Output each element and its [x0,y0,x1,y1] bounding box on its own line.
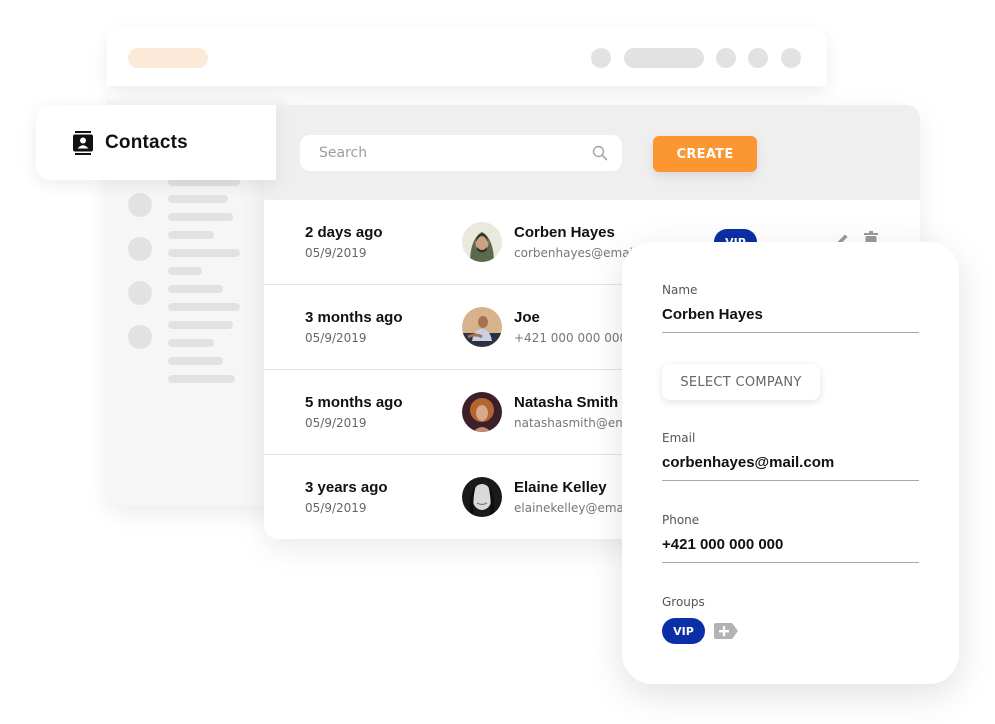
phone-underline [662,562,919,563]
skeleton-line [168,375,235,383]
header-placeholder-dot [591,48,611,68]
contact-relative-time: 3 years ago [305,479,388,496]
contact-avatar [462,392,502,432]
background-window-header [107,28,827,86]
contact-relative-time: 3 months ago [305,309,403,326]
skeleton-line [168,321,233,329]
contact-date: 05/9/2019 [305,246,367,260]
skeleton-line [168,213,233,221]
skeleton-line [168,267,202,275]
name-underline [662,332,919,333]
contacts-book-icon [73,130,93,155]
skeleton-avatar [128,325,152,349]
skeleton-line [168,303,240,311]
skeleton-line [168,195,228,203]
skeleton-line [168,249,240,257]
contact-name: Elaine Kelley [514,479,607,496]
group-badge-vip[interactable]: VIP [662,618,705,644]
contact-date: 05/9/2019 [305,416,367,430]
header-placeholder-dot [716,48,736,68]
contact-phone: +421 000 000 000 [514,331,628,345]
skeleton-line [168,285,223,293]
create-button[interactable]: CREATE [653,136,757,172]
email-field[interactable]: corbenhayes@mail.com [662,454,834,471]
skeleton-avatar [128,281,152,305]
contact-date: 05/9/2019 [305,501,367,515]
contact-avatar [462,477,502,517]
header-placeholder-dot [781,48,801,68]
search-input[interactable] [319,145,592,161]
contact-date: 05/9/2019 [305,331,367,345]
skeleton-avatar [128,237,152,261]
contact-relative-time: 5 months ago [305,394,403,411]
phone-field[interactable]: +421 000 000 000 [662,536,783,553]
contact-name: Corben Hayes [514,224,615,241]
contact-relative-time: 2 days ago [305,224,383,241]
skeleton-line [168,339,214,347]
search-box[interactable] [300,135,622,171]
contact-name: Joe [514,309,540,326]
name-field[interactable]: Corben Hayes [662,306,763,323]
section-title: Contacts [105,131,188,153]
contact-avatar [462,307,502,347]
skeleton-line [168,357,223,365]
email-underline [662,480,919,481]
contacts-nav-tab[interactable]: Contacts [36,105,276,180]
contact-avatar [462,222,502,262]
phone-label: Phone [662,513,700,527]
header-placeholder-dot [748,48,768,68]
name-label: Name [662,283,698,297]
search-icon[interactable] [592,145,608,161]
skeleton-line [168,231,214,239]
skeleton-avatar [128,193,152,217]
contact-name: Natasha Smith [514,394,619,411]
select-company-button[interactable]: SELECT COMPANY [662,364,820,400]
toolbar: CREATE [264,105,920,200]
email-label: Email [662,431,696,445]
brand-placeholder [128,48,208,68]
contact-detail-card: Name Corben Hayes SELECT COMPANY Email c… [622,242,959,684]
header-placeholder-pill [624,48,704,68]
groups-label: Groups [662,595,705,609]
add-tag-icon[interactable] [714,623,738,639]
